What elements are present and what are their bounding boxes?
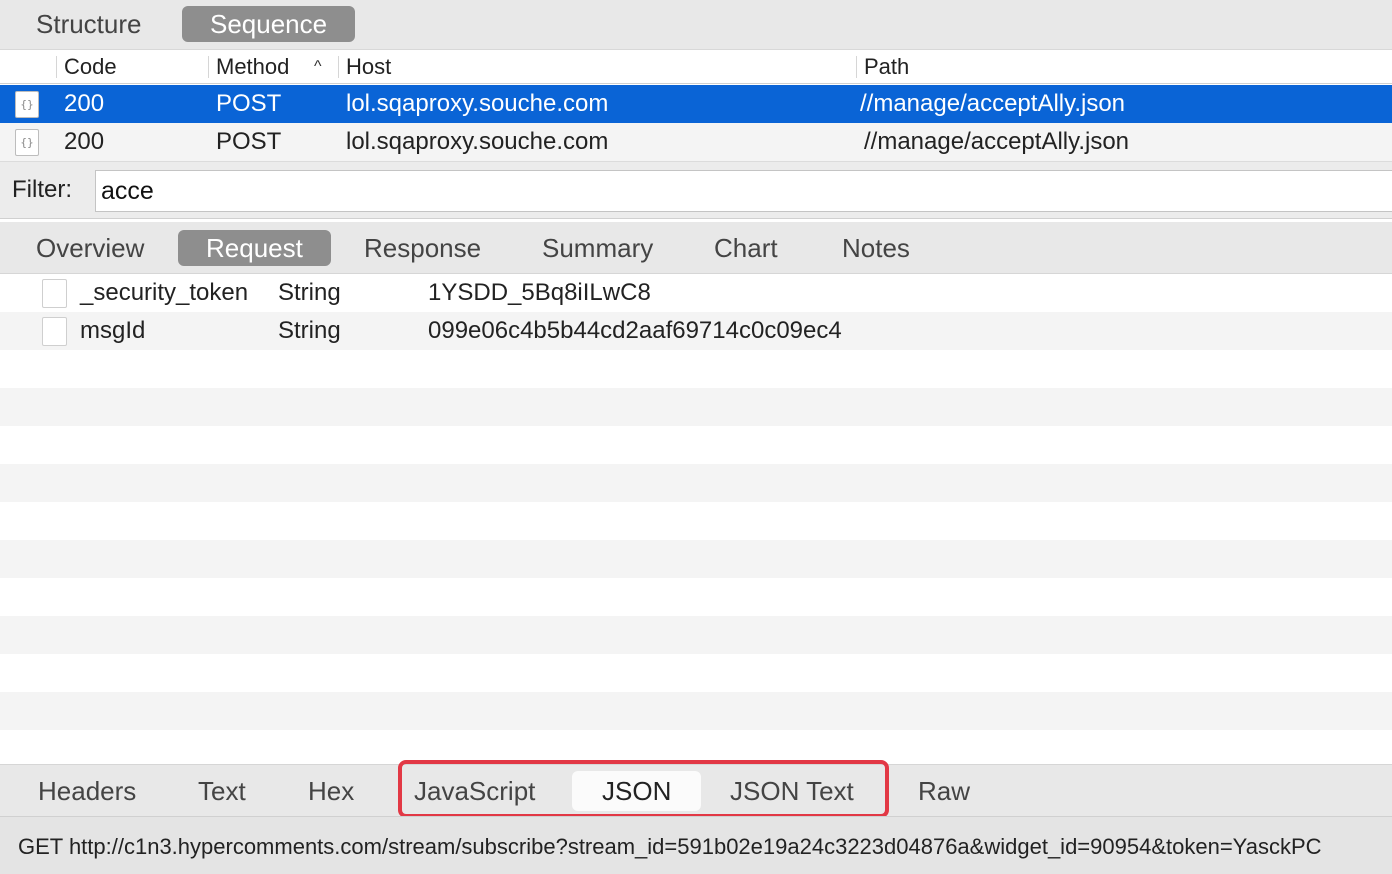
tab-chart[interactable]: Chart bbox=[686, 230, 806, 266]
empty-row bbox=[0, 540, 1392, 578]
empty-row bbox=[0, 426, 1392, 464]
parameter-type: String bbox=[278, 279, 341, 306]
filter-input[interactable] bbox=[95, 170, 1392, 212]
column-header-path[interactable]: Path bbox=[864, 50, 909, 84]
parameter-name: msgId bbox=[80, 317, 146, 344]
sort-ascending-icon: ^ bbox=[314, 58, 322, 75]
request-parameters-list: _security_token String 1YSDD_5Bq8iILwC8 … bbox=[0, 274, 1392, 764]
request-method: POST bbox=[216, 90, 282, 117]
request-path: //manage/acceptAlly.json bbox=[860, 90, 1126, 117]
tab-summary[interactable]: Summary bbox=[514, 230, 681, 266]
sequence-view-button[interactable]: Sequence bbox=[182, 6, 356, 42]
column-header-code[interactable]: Code bbox=[64, 50, 117, 84]
parameter-value: 099e06c4b5b44cd2aaf69714c0c09ec4 bbox=[428, 317, 842, 344]
tab-raw[interactable]: Raw bbox=[888, 771, 1000, 811]
parameter-type: String bbox=[278, 317, 341, 344]
annotation-highlight-box bbox=[398, 760, 889, 818]
file-icon bbox=[42, 317, 67, 346]
empty-row bbox=[0, 692, 1392, 730]
parameter-row[interactable]: _security_token String 1YSDD_5Bq8iILwC8 bbox=[0, 274, 1392, 312]
json-document-icon: {} bbox=[15, 129, 39, 156]
file-icon bbox=[42, 279, 67, 308]
request-table-header: Code Method ^ Host Path bbox=[0, 50, 1392, 84]
view-switch-bar: Structure Sequence bbox=[0, 0, 1392, 50]
request-code: 200 bbox=[64, 128, 105, 155]
empty-row bbox=[0, 388, 1392, 426]
empty-row bbox=[0, 578, 1392, 616]
status-bar: GET http://c1n3.hypercomments.com/stream… bbox=[0, 816, 1392, 874]
empty-row bbox=[0, 464, 1392, 502]
detail-tabs-bar: Overview Request Response Summary Chart … bbox=[0, 222, 1392, 274]
request-row-selected[interactable]: {} 200 POST lol.sqaproxy.souche.com //ma… bbox=[0, 85, 1392, 123]
tab-request[interactable]: Request bbox=[178, 230, 331, 266]
column-separator bbox=[208, 56, 209, 78]
request-path: //manage/acceptAlly.json bbox=[864, 128, 1130, 155]
json-document-icon: {} bbox=[15, 91, 39, 118]
request-host: lol.sqaproxy.souche.com bbox=[346, 128, 609, 155]
empty-row bbox=[0, 350, 1392, 388]
column-separator bbox=[338, 56, 339, 78]
column-separator bbox=[856, 56, 857, 78]
column-separator bbox=[56, 56, 57, 78]
empty-row bbox=[0, 502, 1392, 540]
structure-view-button[interactable]: Structure bbox=[8, 6, 170, 42]
parameter-row[interactable]: msgId String 099e06c4b5b44cd2aaf69714c0c… bbox=[0, 312, 1392, 350]
tab-notes[interactable]: Notes bbox=[814, 230, 938, 266]
filter-bar: Filter: bbox=[0, 161, 1392, 219]
tab-overview[interactable]: Overview bbox=[8, 230, 172, 266]
filter-label: Filter: bbox=[12, 176, 72, 203]
empty-row bbox=[0, 654, 1392, 692]
tab-response[interactable]: Response bbox=[336, 230, 509, 266]
request-host: lol.sqaproxy.souche.com bbox=[346, 90, 609, 117]
parameter-name: _security_token bbox=[80, 279, 249, 306]
column-header-method[interactable]: Method bbox=[216, 50, 289, 84]
request-method: POST bbox=[216, 128, 282, 155]
request-code: 200 bbox=[64, 90, 105, 117]
empty-row bbox=[0, 616, 1392, 654]
status-url-text: GET http://c1n3.hypercomments.com/stream… bbox=[18, 834, 1322, 859]
column-header-host[interactable]: Host bbox=[346, 50, 391, 84]
tab-headers[interactable]: Headers bbox=[8, 771, 166, 811]
parameter-value: 1YSDD_5Bq8iILwC8 bbox=[428, 279, 651, 306]
tab-hex[interactable]: Hex bbox=[278, 771, 384, 811]
tab-text[interactable]: Text bbox=[168, 771, 276, 811]
request-row[interactable]: {} 200 POST lol.sqaproxy.souche.com //ma… bbox=[0, 123, 1392, 161]
